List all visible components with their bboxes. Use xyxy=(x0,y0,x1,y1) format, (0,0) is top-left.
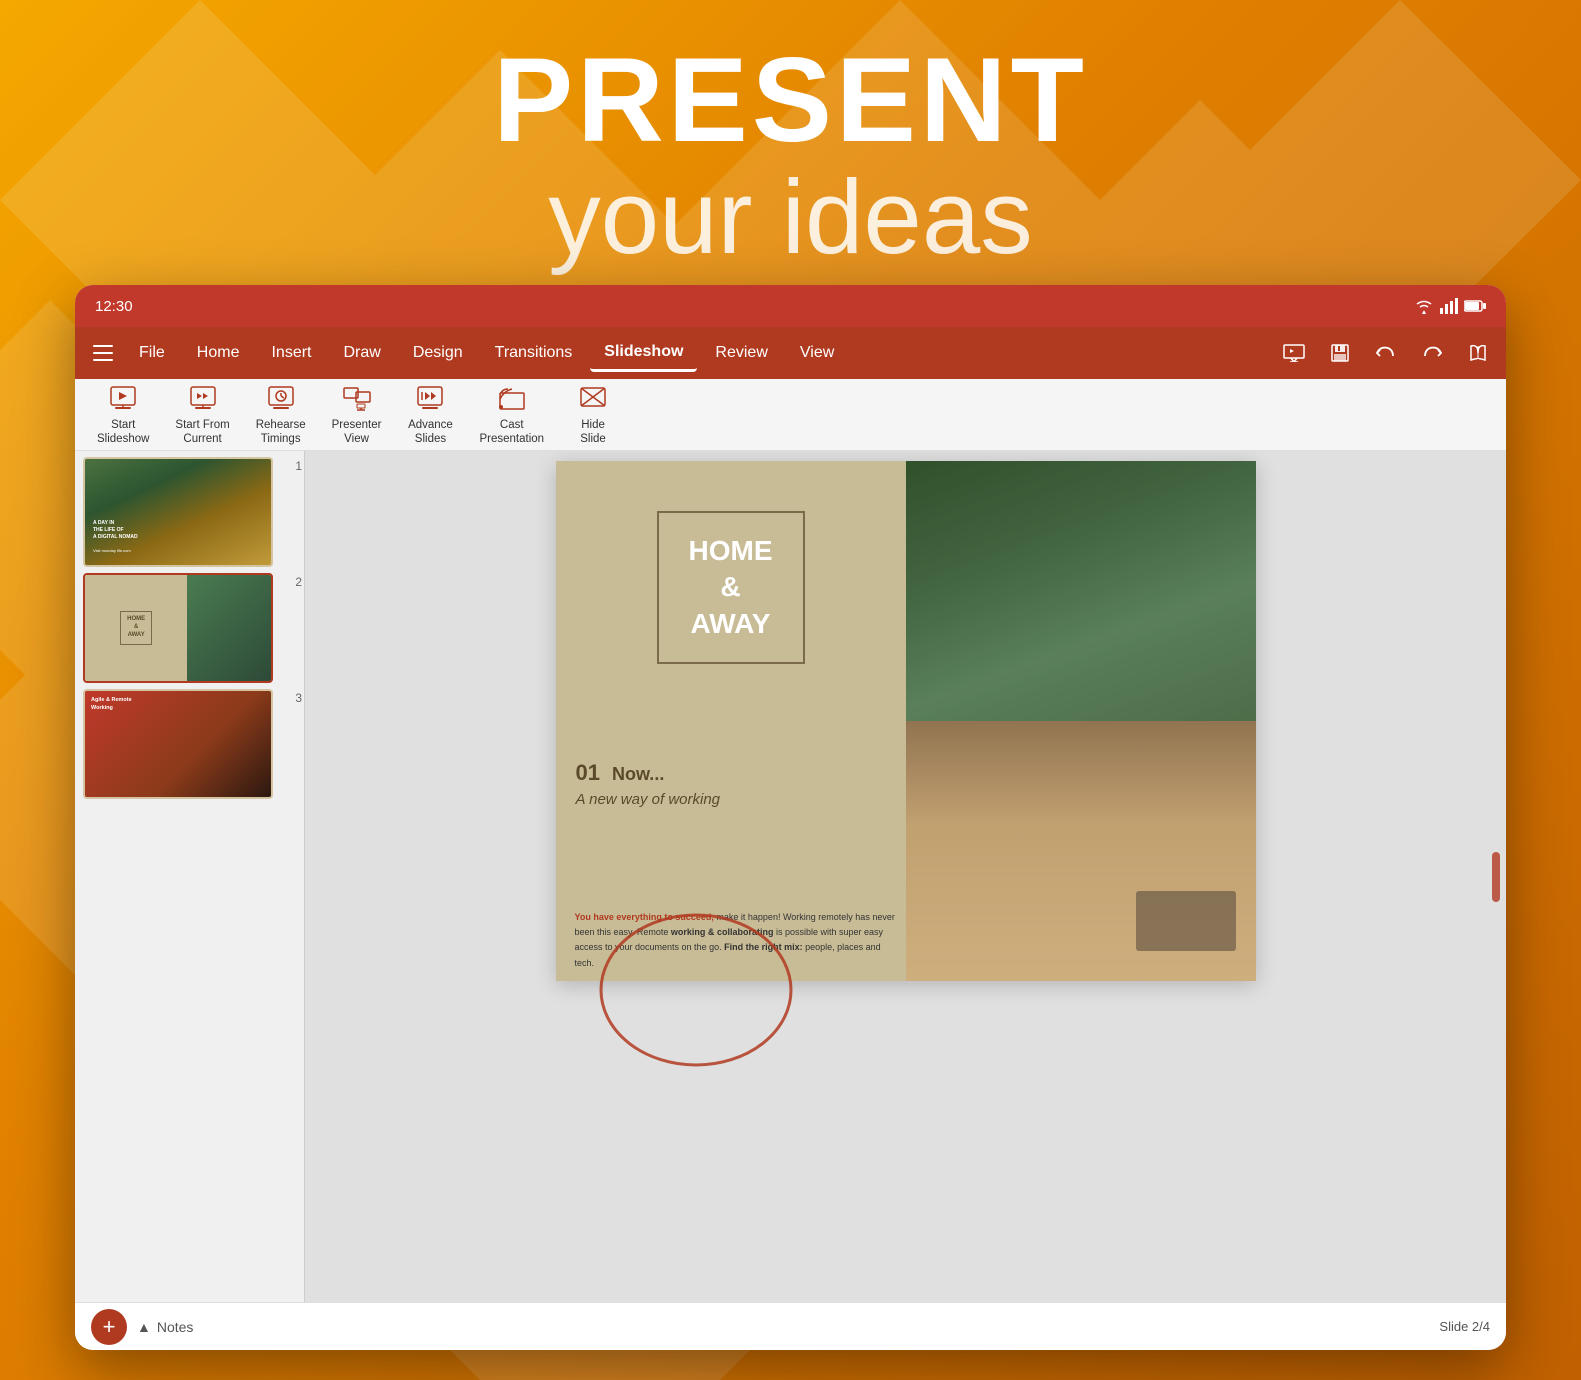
slide-view: HOME & AWAY 01 Now... A new way of worki… xyxy=(305,451,1506,1302)
start-slideshow-label: StartSlideshow xyxy=(97,419,149,447)
save-icon[interactable] xyxy=(1322,335,1358,371)
add-icon: + xyxy=(103,1314,116,1340)
cast-presentation-icon xyxy=(496,383,528,415)
slide-num-1: 1 xyxy=(295,459,302,473)
body-mid: collaborating xyxy=(717,927,774,937)
signal-icon xyxy=(1440,298,1458,314)
rehearse-timings-label: RehearseTimings xyxy=(256,419,306,447)
slide-img-1: A DAY INTHE LIFE OFA DIGITAL NOMADVisit … xyxy=(83,457,273,567)
notes-toggle[interactable]: ▲ Notes xyxy=(137,1319,193,1335)
advance-slides-icon xyxy=(414,383,446,415)
slide-thumb-1[interactable]: 1 A DAY INTHE LIFE OFA DIGITAL NOMADVisi… xyxy=(83,457,296,567)
slide-right-panel xyxy=(906,461,1256,981)
redo-icon[interactable] xyxy=(1414,335,1450,371)
menu-tab-insert[interactable]: Insert xyxy=(257,336,325,370)
notes-label-text: Notes xyxy=(157,1319,194,1335)
add-slide-button[interactable]: + xyxy=(91,1309,127,1345)
start-from-current-icon xyxy=(187,383,219,415)
menu-tab-transitions[interactable]: Transitions xyxy=(481,336,587,370)
slide-num-2: 2 xyxy=(295,575,302,589)
main-slide-content: HOME & AWAY 01 Now... A new way of worki… xyxy=(556,461,1256,981)
slide-subtitle-wrapper: A new way of working xyxy=(576,791,721,809)
menu-bar: File Home Insert Draw Design Transitions… xyxy=(75,327,1506,379)
start-slideshow-button[interactable]: StartSlideshow xyxy=(85,377,161,453)
hero-subtitle: your ideas xyxy=(0,160,1581,276)
wifi-icon xyxy=(1414,298,1434,314)
rehearse-timings-icon xyxy=(265,383,297,415)
status-bar: 12:30 xyxy=(75,285,1506,327)
cast-presentation-label: CastPresentation xyxy=(479,419,544,447)
menu-tab-slideshow[interactable]: Slideshow xyxy=(590,335,697,372)
slide-title-line3: AWAY xyxy=(689,606,773,642)
slide-subtitle: A new way of working xyxy=(576,791,721,808)
slide-img-3: Agile & RemoteWorking xyxy=(83,689,273,799)
cast-presentation-button[interactable]: CastPresentation xyxy=(467,377,556,453)
notes-arrow-icon: ▲ xyxy=(137,1319,151,1335)
slide-body-section: You have everything to succeed, make it … xyxy=(571,910,901,971)
slide-body-text: You have everything to succeed, make it … xyxy=(571,910,901,971)
slide-img-2: HOME&AWAY xyxy=(83,573,273,683)
main-content: 1 A DAY INTHE LIFE OFA DIGITAL NOMADVisi… xyxy=(75,451,1506,1302)
start-from-current-button[interactable]: Start FromCurrent xyxy=(163,377,241,453)
advance-slides-label: AdvanceSlides xyxy=(408,419,453,447)
status-icons xyxy=(1414,298,1486,314)
menu-tab-view[interactable]: View xyxy=(786,336,848,370)
slide-section-label: Now... xyxy=(612,764,664,785)
hero-section: PRESENT your ideas xyxy=(0,40,1581,276)
presenter-view-label: PresenterView xyxy=(332,419,382,447)
body-bold1: working & xyxy=(671,927,715,937)
start-from-current-label: Start FromCurrent xyxy=(175,419,229,447)
time-display: 12:30 xyxy=(95,298,133,315)
hide-slide-icon xyxy=(577,383,609,415)
battery-icon xyxy=(1464,299,1486,313)
slide-thumb-3[interactable]: 3 Agile & RemoteWorking xyxy=(83,689,296,799)
presenter-view-icon xyxy=(341,383,373,415)
device-frame: 12:30 xyxy=(75,285,1506,1350)
slide-section-num: 01 xyxy=(576,760,600,786)
menu-tab-design[interactable]: Design xyxy=(399,336,477,370)
hide-slide-button[interactable]: HideSlide xyxy=(558,377,628,453)
menu-right-icons xyxy=(1276,335,1496,371)
slide-counter: Slide 2/4 xyxy=(1439,1319,1490,1334)
undo-icon[interactable] xyxy=(1368,335,1404,371)
presenter-view-button[interactable]: PresenterView xyxy=(320,377,394,453)
slide-num-3: 3 xyxy=(295,691,302,705)
menu-tab-file[interactable]: File xyxy=(125,336,179,370)
slide-left-panel: HOME & AWAY 01 Now... A new way of worki… xyxy=(556,461,906,981)
hero-title: PRESENT xyxy=(0,40,1581,160)
toolbar: StartSlideshow Start FromCurrent xyxy=(75,379,1506,451)
photo-overlay xyxy=(906,461,1256,981)
start-slideshow-icon xyxy=(107,383,139,415)
body-highlight: You have everything to succeed, xyxy=(575,912,714,922)
slides-panel: 1 A DAY INTHE LIFE OFA DIGITAL NOMADVisi… xyxy=(75,451,305,1302)
hamburger-menu[interactable] xyxy=(85,335,121,371)
slide-title-line1: HOME xyxy=(689,533,773,569)
rehearse-timings-button[interactable]: RehearseTimings xyxy=(244,377,318,453)
advance-slides-button[interactable]: AdvanceSlides xyxy=(395,377,465,453)
menu-tab-review[interactable]: Review xyxy=(701,336,781,370)
hide-slide-label: HideSlide xyxy=(580,419,606,447)
scroll-handle[interactable] xyxy=(1492,852,1500,902)
bottom-bar: + ▲ Notes Slide 2/4 xyxy=(75,1302,1506,1350)
body-bold2: Find the right mix: xyxy=(724,942,803,952)
slide-title-box: HOME & AWAY xyxy=(657,511,805,664)
menu-tab-home[interactable]: Home xyxy=(183,336,254,370)
slide-thumb-2[interactable]: 2 HOME&AWAY xyxy=(83,573,296,683)
menu-tab-draw[interactable]: Draw xyxy=(329,336,394,370)
present-mode-icon[interactable] xyxy=(1276,335,1312,371)
slide-section-header: 01 Now... xyxy=(576,760,665,786)
slide-title-line2: & xyxy=(689,569,773,605)
book-icon[interactable] xyxy=(1460,335,1496,371)
